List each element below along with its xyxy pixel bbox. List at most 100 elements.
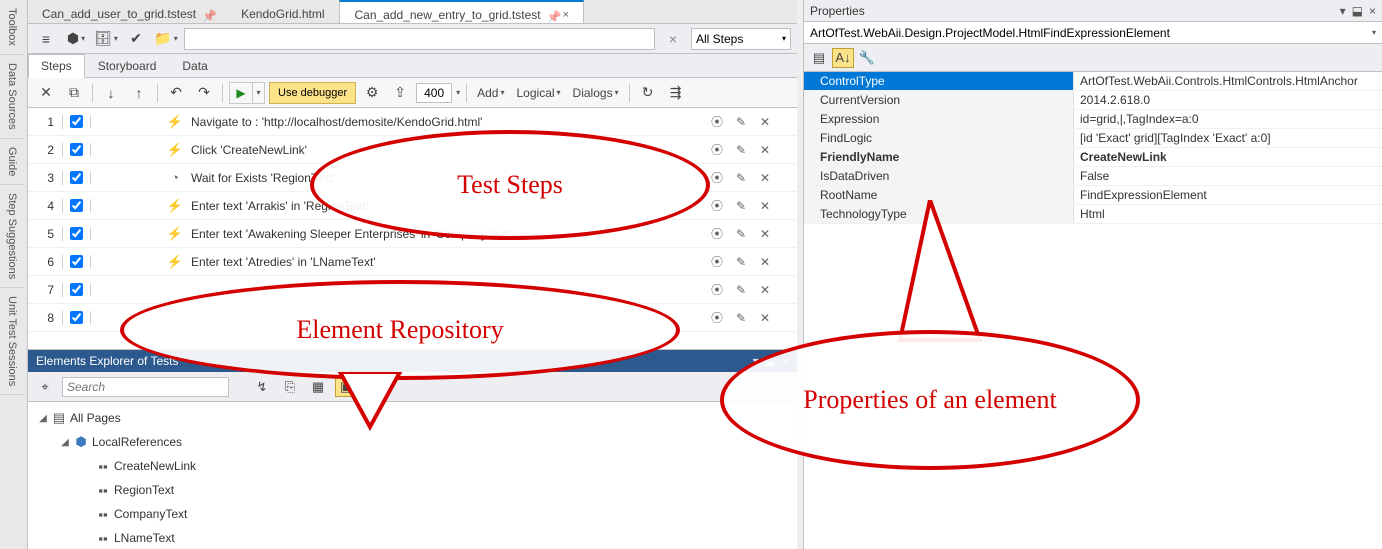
step-edit-icon[interactable]: ✎ [733,171,749,185]
step-enabled-checkbox[interactable] [63,255,91,268]
tool-a-icon[interactable]: ↯ [251,377,273,397]
property-row[interactable]: ControlTypeArtOfTest.WebAii.Controls.Htm… [804,72,1382,91]
step-delete-icon[interactable]: ✕ [757,227,773,241]
step-delete-icon[interactable]: ✕ [757,311,773,325]
tool-folder-icon[interactable]: 📁 [154,28,178,50]
sidebar-tab-unit-test-sessions[interactable]: Unit Test Sessions [0,288,24,395]
sidebar-tab-toolbox[interactable]: Toolbox [0,0,24,55]
collapse-icon[interactable]: ◢ [58,437,72,448]
gear-icon[interactable]: ⚙ [360,82,384,104]
run-button[interactable]: ▶▾ [229,82,265,104]
pin-icon[interactable]: ⬓ [765,354,776,368]
close-icon[interactable]: × [1369,4,1376,18]
close-icon[interactable]: × [563,9,569,21]
property-value[interactable]: id=grid,|,TagIndex=a:0 [1074,110,1382,128]
undo-icon[interactable]: ↶ [164,82,188,104]
step-continue-icon[interactable]: ⦿ [709,253,725,270]
property-value[interactable]: Html [1074,205,1382,223]
tree-leaf[interactable]: ▪▪RegionText [28,478,797,502]
tool-d-icon[interactable]: ▣ [335,377,357,397]
step-row[interactable]: 1⚡Navigate to : 'http://localhost/demosi… [28,108,797,136]
refresh-icon[interactable]: ↻ [636,82,660,104]
step-delete-icon[interactable]: ✕ [757,283,773,297]
collapse-icon[interactable]: ◢ [36,413,50,424]
property-row[interactable]: FindLogic[id 'Exact' grid][TagIndex 'Exa… [804,129,1382,148]
property-row[interactable]: Expressionid=grid,|,TagIndex=a:0 [804,110,1382,129]
steps-grid[interactable]: 1⚡Navigate to : 'http://localhost/demosi… [28,108,797,349]
tree-node-localrefs[interactable]: ◢⬢LocalReferences [28,430,797,454]
property-row[interactable]: IsDataDrivenFalse [804,167,1382,186]
step-delete-icon[interactable]: ✕ [757,199,773,213]
object-selector[interactable]: ArtOfTest.WebAii.Design.ProjectModel.Htm… [804,22,1382,44]
filter-icon[interactable]: ⇶ [664,82,688,104]
step-continue-icon[interactable]: ⦿ [709,141,725,158]
elements-tree[interactable]: ◢▤All Pages ◢⬢LocalReferences ▪▪CreateNe… [28,402,797,549]
step-row[interactable]: 5⚡Enter text 'Awakening Sleeper Enterpri… [28,220,797,248]
tree-leaf[interactable]: ▪▪LNameText [28,526,797,549]
doc-tab-0[interactable]: Can_add_user_to_grid.tstest📌 [28,0,227,23]
clear-search-icon[interactable]: × [661,28,685,50]
close-icon[interactable]: × [782,354,789,368]
logical-menu[interactable]: Logical [513,86,565,100]
step-row[interactable]: 2⚡Click 'CreateNewLink'⦿✎✕ [28,136,797,164]
property-value[interactable]: ArtOfTest.WebAii.Controls.HtmlControls.H… [1074,72,1382,90]
step-row[interactable]: 4⚡Enter text 'Arrakis' in 'RegionText'⦿✎… [28,192,797,220]
step-continue-icon[interactable]: ⦿ [709,281,725,298]
dropdown-icon[interactable]: ▾ [753,354,759,368]
step-enabled-checkbox[interactable] [63,199,91,212]
step-edit-icon[interactable]: ✎ [733,115,749,129]
step-edit-icon[interactable]: ✎ [733,199,749,213]
tool-e-icon[interactable]: ⊞ [363,377,385,397]
wrench-icon[interactable]: 🔧 [856,48,878,68]
categorized-icon[interactable]: ▤ [808,48,830,68]
step-row[interactable]: 7⦿✎✕ [28,276,797,304]
property-value[interactable]: CreateNewLink [1074,148,1382,166]
step-search-input[interactable] [184,28,655,50]
tool-c-icon[interactable]: ▦ [307,377,329,397]
tab-storyboard[interactable]: Storyboard [85,54,170,77]
find-icon[interactable]: ⌖ [34,377,56,397]
step-delete-icon[interactable]: ✕ [757,115,773,129]
sidebar-tab-datasources[interactable]: Data Sources [0,55,24,139]
step-edit-icon[interactable]: ✎ [733,311,749,325]
step-row[interactable]: 3◔Wait for Exists 'RegionText'⦿✎✕ [28,164,797,192]
step-edit-icon[interactable]: ✎ [733,143,749,157]
step-enabled-checkbox[interactable] [63,283,91,296]
step-delete-icon[interactable]: ✕ [757,171,773,185]
chevron-down-icon[interactable]: ▾ [456,88,460,97]
delay-input[interactable] [416,83,452,103]
export-icon[interactable]: ⇪ [388,82,412,104]
step-filter-dropdown[interactable]: All Steps▾ [691,28,791,50]
tab-steps[interactable]: Steps [28,54,85,78]
step-enabled-checkbox[interactable] [63,115,91,128]
step-enabled-checkbox[interactable] [63,227,91,240]
property-value[interactable]: [id 'Exact' grid][TagIndex 'Exact' a:0] [1074,129,1382,147]
step-delete-icon[interactable]: ✕ [757,255,773,269]
step-enabled-checkbox[interactable] [63,311,91,324]
tree-leaf[interactable]: ▪▪CompanyText [28,502,797,526]
step-continue-icon[interactable]: ⦿ [709,169,725,186]
property-row[interactable]: TechnologyTypeHtml [804,205,1382,224]
step-continue-icon[interactable]: ⦿ [709,197,725,214]
step-edit-icon[interactable]: ✎ [733,255,749,269]
tool-check-icon[interactable]: ✔ [124,28,148,50]
property-row[interactable]: FriendlyNameCreateNewLink [804,148,1382,167]
elements-search-input[interactable] [62,377,229,397]
chevron-down-icon[interactable]: ▾ [1372,28,1376,37]
move-down-icon[interactable]: ↓ [99,82,123,104]
use-debugger-button[interactable]: Use debugger [269,82,356,104]
step-enabled-checkbox[interactable] [63,171,91,184]
tool-element-icon[interactable]: ⬢ [64,28,88,50]
step-edit-icon[interactable]: ✎ [733,283,749,297]
property-row[interactable]: CurrentVersion2014.2.618.0 [804,91,1382,110]
step-continue-icon[interactable]: ⦿ [709,225,725,242]
add-menu[interactable]: Add [473,86,508,100]
property-grid[interactable]: ControlTypeArtOfTest.WebAii.Controls.Htm… [804,72,1382,224]
property-row[interactable]: RootNameFindExpressionElement [804,186,1382,205]
redo-icon[interactable]: ↷ [192,82,216,104]
dropdown-icon[interactable]: ▾ [1340,4,1346,18]
step-continue-icon[interactable]: ⦿ [709,113,725,130]
step-row[interactable]: 8⦿✎✕ [28,304,797,332]
sidebar-tab-guide[interactable]: Guide [0,139,24,185]
pin-icon[interactable]: ⬓ [1352,4,1363,18]
